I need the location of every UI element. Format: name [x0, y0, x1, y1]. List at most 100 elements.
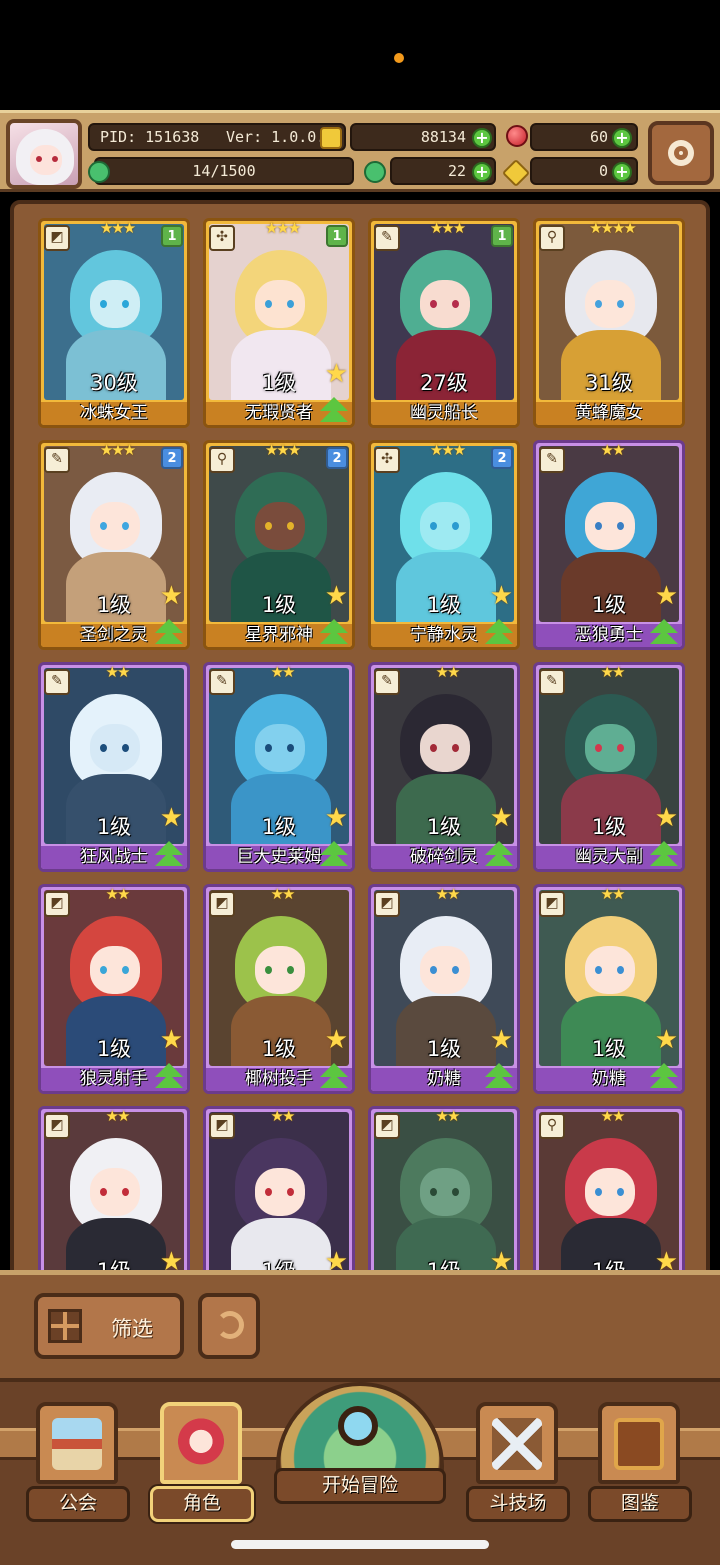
refresh-button[interactable] [198, 1293, 260, 1359]
star-upgrade-icon: ★ [159, 1025, 183, 1055]
stamina-value: 14/1500 [192, 162, 256, 180]
rank-badge: 2 [491, 447, 513, 469]
magnifier-icon [338, 1406, 378, 1446]
version-label: Ver: 1.0.0.0 [226, 128, 335, 146]
class-type-icon: ✣ [374, 447, 400, 473]
character-card[interactable]: ★★★ ◩ 1 30级 冰蛛女王 [38, 218, 190, 428]
star-upgrade-icon: ★ [324, 803, 348, 833]
level-up-arrow-icon [485, 1063, 513, 1091]
bottom-navigation: 公会 角色 开始冒险 斗技场 图鉴 [0, 1382, 720, 1565]
clover-icon [364, 161, 386, 183]
star-upgrade-icon: ★ [489, 1025, 513, 1055]
level-up-arrow-icon [485, 841, 513, 869]
class-type-icon: ◩ [44, 891, 70, 917]
character-name: 冰蛛女王 [41, 402, 187, 425]
character-card[interactable]: ★★★ ✎ 1 27级 幽灵船长 [368, 218, 520, 428]
class-type-icon: ⚲ [539, 225, 565, 251]
nav-arena[interactable]: 斗技场 [466, 1402, 570, 1526]
gear-icon [668, 140, 694, 166]
character-card[interactable]: ★★ ◩ 1级 奶糖 ★ [368, 884, 520, 1094]
class-type-icon: ◩ [374, 891, 400, 917]
stamina-bar: 14/1500 [94, 157, 354, 185]
nav-guild[interactable]: 公会 [26, 1402, 130, 1526]
level-up-arrow-icon [320, 397, 348, 425]
character-card[interactable]: ★★★ ✣ 1 1级 无瑕贤者 ★ [203, 218, 355, 428]
character-card[interactable]: ★★ ◩ 1级 椰树投手 ★ [203, 884, 355, 1094]
star-upgrade-icon: ★ [489, 581, 513, 611]
player-avatar[interactable] [6, 119, 82, 189]
nav-arena-label: 斗技场 [466, 1486, 570, 1522]
level-up-arrow-icon [320, 841, 348, 869]
class-type-icon: ✎ [44, 447, 70, 473]
class-type-icon: ✎ [374, 669, 400, 695]
clover-amount: 22 [447, 162, 466, 180]
nav-characters[interactable]: 角色 [150, 1402, 254, 1526]
character-card[interactable]: ★★ ◩ 1级 奶糖 ★ [533, 884, 685, 1094]
character-card[interactable]: ★★★ ⚲ 2 1级 星界邪神 ★ [203, 440, 355, 650]
add-keys-button[interactable]: + [612, 162, 632, 182]
class-type-icon: ✎ [209, 669, 235, 695]
gem-amount: 60 [589, 128, 608, 146]
star-upgrade-icon: ★ [324, 581, 348, 611]
level-up-arrow-icon [155, 1063, 183, 1091]
level-up-arrow-icon [155, 619, 183, 647]
settings-button[interactable] [648, 121, 714, 185]
class-type-icon: ✎ [44, 669, 70, 695]
star-upgrade-icon: ★ [159, 803, 183, 833]
star-upgrade-icon: ★ [654, 1025, 678, 1055]
character-card[interactable]: ★★ ✎ 1级 巨大史莱姆 ★ [203, 662, 355, 872]
character-card[interactable]: ★★★★ ⚲ 31级 黄蜂魔女 [533, 218, 685, 428]
character-card[interactable]: ★★ ✎ 1级 幽灵大副 ★ [533, 662, 685, 872]
guild-hall-icon [52, 1418, 102, 1470]
rank-badge: 1 [161, 225, 183, 247]
add-clovers-button[interactable]: + [472, 162, 492, 182]
key-icon [501, 158, 531, 188]
character-card[interactable]: ★★ ✎ 1级 狂风战士 ★ [38, 662, 190, 872]
class-type-icon: ◩ [374, 1113, 400, 1139]
character-card[interactable]: ★★ ◩ 1级 狼灵射手 ★ [38, 884, 190, 1094]
character-card[interactable]: ★★◩1级★ [368, 1106, 520, 1276]
character-icon [176, 1418, 226, 1470]
rank-badge: 2 [161, 447, 183, 469]
add-gold-button[interactable]: + [472, 128, 492, 148]
refresh-icon [216, 1311, 244, 1339]
level-up-arrow-icon [650, 619, 678, 647]
rank-badge: 2 [326, 447, 348, 469]
nav-adventure-label: 开始冒险 [274, 1468, 446, 1504]
nav-codex[interactable]: 图鉴 [588, 1402, 692, 1526]
character-card[interactable]: ★★★ ✣ 2 1级 宁静水灵 ★ [368, 440, 520, 650]
level-up-arrow-icon [155, 841, 183, 869]
character-level: 31级 [585, 371, 633, 395]
class-type-icon: ◩ [209, 891, 235, 917]
player-id: PID: 151638 [100, 128, 200, 146]
character-card[interactable]: ★★⚲1级★ [533, 1106, 685, 1276]
character-card[interactable]: ★★◩1级★ [38, 1106, 190, 1276]
filter-toolbar: 筛选 [0, 1270, 720, 1382]
character-name: 黄蜂魔女 [536, 402, 682, 425]
class-type-icon: ◩ [539, 891, 565, 917]
class-type-icon: ◩ [209, 1113, 235, 1139]
book-icon [614, 1418, 664, 1470]
class-type-icon: ✣ [209, 225, 235, 251]
rank-badge: 1 [326, 225, 348, 247]
stamina-clover-icon [88, 161, 110, 183]
character-card[interactable]: ★★◩1级★ [203, 1106, 355, 1276]
class-type-icon: ⚲ [539, 1113, 565, 1139]
add-gems-button[interactable]: + [612, 128, 632, 148]
character-list-panel[interactable]: ★★★ ◩ 1 30级 冰蛛女王 ★★★ ✣ 1 1级 无瑕贤者 ★ ★★★ ✎ 1 27级 幽灵船长 ★★★★… [10, 200, 710, 1280]
level-up-arrow-icon [485, 619, 513, 647]
filter-button-label: 筛选 [111, 1317, 153, 1341]
character-card[interactable]: ★★★ ✎ 2 1级 圣剑之灵 ★ [38, 440, 190, 650]
star-upgrade-icon: ★ [489, 803, 513, 833]
coin-icon [320, 127, 342, 149]
character-card[interactable]: ★★ ✎ 1级 破碎剑灵 ★ [368, 662, 520, 872]
filter-button[interactable]: 筛选 [34, 1293, 184, 1359]
rank-badge: 1 [491, 225, 513, 247]
star-upgrade-icon: ★ [654, 581, 678, 611]
character-card[interactable]: ★★ ✎ 1级 恶狼勇士 ★ [533, 440, 685, 650]
star-upgrade-icon: ★ [654, 803, 678, 833]
level-up-arrow-icon [650, 1063, 678, 1091]
key-amount: 0 [598, 162, 608, 180]
class-type-icon: ◩ [44, 225, 70, 251]
nav-start-adventure[interactable]: 开始冒险 [274, 1382, 446, 1512]
